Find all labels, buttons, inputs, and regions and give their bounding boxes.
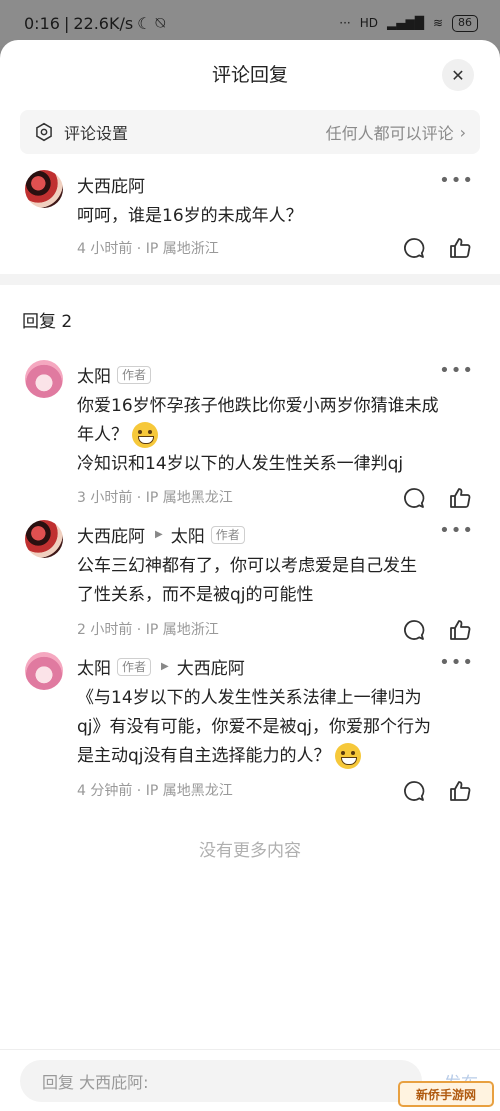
comment-settings-bar[interactable]: 评论设置 任何人都可以评论 ›	[20, 110, 480, 154]
comment-author: 大西庇阿	[77, 172, 145, 197]
comment-meta: 4 分钟前 · IP 属地黑龙江	[77, 783, 233, 799]
status-speed: 22.6K/s	[73, 13, 134, 33]
chevron-right-icon: ›	[459, 122, 466, 142]
avatar[interactable]	[25, 520, 63, 558]
moon-icon: ☾	[137, 13, 152, 33]
reply-bubble-icon[interactable]	[402, 486, 426, 510]
sheet-title: 评论回复	[211, 64, 288, 86]
reply-bubble-icon[interactable]	[402, 236, 426, 260]
close-button[interactable]: ✕	[442, 59, 474, 91]
comment-meta: 4 小时前 · IP 属地浙江	[77, 241, 219, 257]
sheet-header: 评论回复 ✕	[0, 40, 500, 110]
comment-text: 《与14岁以下的人发生性关系法律上一律归为 qj》有没有可能，你爱不是被qj，你…	[77, 684, 477, 771]
like-icon[interactable]	[448, 618, 472, 642]
status-time: 0:16	[24, 13, 60, 33]
more-options-button[interactable]: •••	[439, 652, 474, 673]
section-divider	[0, 274, 500, 285]
network-type: HD	[359, 16, 379, 30]
comment-meta: 3 小时前 · IP 属地黑龙江	[77, 490, 233, 506]
settings-value: 任何人都可以评论	[325, 124, 454, 143]
reply-bar: 回复 大西庇阿: 发布 新侨手游网	[0, 1049, 500, 1111]
status-left: 0:16 | 22.6K/s ☾ ⍉	[24, 13, 165, 33]
author-badge: 作者	[210, 525, 245, 544]
comment-meta: 2 小时前 · IP 属地浙江	[77, 622, 219, 638]
reply-to-name[interactable]: 大西庇阿	[177, 654, 245, 679]
comment-line: 了性关系，而不是被qj的可能性	[77, 585, 314, 605]
gear-icon	[36, 122, 52, 142]
more-options-button[interactable]: •••	[439, 360, 474, 381]
no-more-content-label: 没有更多内容	[199, 841, 301, 861]
sweat-smile-emoji	[334, 743, 361, 769]
comment-line: qj》有没有可能，你爱不是被qj，你爱那个行为	[77, 717, 432, 737]
like-icon[interactable]	[448, 486, 472, 510]
close-icon: ✕	[451, 65, 465, 85]
author-badge: 作者	[117, 365, 152, 384]
comment-line-text: 是主动qj没有自主选择能力的人？	[77, 746, 331, 766]
reply-arrow-icon: ▶	[155, 529, 163, 540]
more-options-button[interactable]: •••	[439, 520, 474, 541]
watermark-logo: 新侨手游网	[398, 1081, 494, 1107]
battery-icon: 86	[452, 14, 478, 32]
reply-to-name[interactable]: 太阳	[171, 522, 205, 547]
reply-arrow-icon: ▶	[161, 661, 169, 672]
comment-line: 公车三幻神都有了，你可以考虑爱是自己发生	[77, 556, 417, 576]
comment-line: 你爱16岁怀孕孩子他跌比你爱小两岁你猜谁未成	[77, 396, 439, 416]
mute-icon: ⍉	[155, 13, 166, 32]
comment-text: 你爱16岁怀孕孩子他跌比你爱小两岁你猜谁未成 年人？ 冷知识和14岁以下的人发生…	[77, 392, 477, 479]
comment-line: 冷知识和14岁以下的人发生性关系一律判qj	[77, 454, 404, 474]
reply-bubble-icon[interactable]	[402, 779, 426, 803]
root-comment: 大西庇阿 ••• 呵呵，谁是16岁的未成年人？ 4 小时前 · IP 属地浙江	[0, 168, 500, 268]
avatar[interactable]	[25, 360, 63, 398]
reply-bubble-icon[interactable]	[402, 618, 426, 642]
comment-reply-sheet: 评论回复 ✕ 评论设置 任何人都可以评论 › 大西庇阿 ••• 呵呵，谁是16岁…	[0, 40, 500, 1111]
comment-line-text: 年人？	[77, 425, 128, 445]
author-name[interactable]: 太阳	[77, 362, 111, 387]
author-name[interactable]: 大西庇阿	[77, 522, 145, 547]
reply-placeholder: 回复 大西庇阿:	[42, 1073, 149, 1092]
status-separator: |	[63, 13, 70, 33]
like-icon[interactable]	[448, 779, 472, 803]
author-name[interactable]: 大西庇阿	[77, 172, 145, 197]
like-icon[interactable]	[448, 236, 472, 260]
comment-line: 年人？	[77, 421, 477, 450]
comment-author: 太阳 作者	[77, 362, 152, 387]
comment-text: 公车三幻神都有了，你可以考虑爱是自己发生 了性关系，而不是被qj的可能性	[77, 552, 477, 610]
dots-icon: ···	[339, 16, 351, 30]
signal-icon: ▂▄▆█	[387, 16, 424, 30]
author-name[interactable]: 太阳	[77, 654, 111, 679]
reply-count-header: 回复 2	[22, 312, 73, 332]
settings-label: 评论设置	[64, 124, 129, 143]
wifi-icon: ≋	[432, 16, 443, 30]
avatar[interactable]	[25, 652, 63, 690]
comment-line: 是主动qj没有自主选择能力的人？	[77, 742, 477, 771]
reply-input[interactable]: 回复 大西庇阿:	[20, 1060, 422, 1102]
comment-line: 《与14岁以下的人发生性关系法律上一律归为	[77, 688, 422, 708]
reply-item: 大西庇阿 ▶ 太阳 作者 ••• 公车三幻神都有了，你可以考虑爱是自己发生 了性…	[0, 518, 500, 640]
status-right: ··· HD ▂▄▆█ ≋ 86	[339, 14, 478, 32]
more-options-button[interactable]: •••	[439, 170, 474, 191]
avatar[interactable]	[25, 170, 63, 208]
comment-text: 呵呵，谁是16岁的未成年人？	[77, 202, 477, 231]
author-badge: 作者	[117, 657, 152, 676]
comment-line: 呵呵，谁是16岁的未成年人？	[77, 206, 303, 226]
reply-item: 太阳 作者 ▶ 大西庇阿 ••• 《与14岁以下的人发生性关系法律上一律归为 q…	[0, 650, 500, 810]
sweat-smile-emoji	[132, 422, 158, 448]
comment-author: 大西庇阿 ▶ 太阳 作者	[77, 522, 245, 547]
reply-item: 太阳 作者 ••• 你爱16岁怀孕孩子他跌比你爱小两岁你猜谁未成 年人？ 冷知识…	[0, 358, 500, 508]
comment-author: 太阳 作者 ▶ 大西庇阿	[77, 654, 245, 679]
